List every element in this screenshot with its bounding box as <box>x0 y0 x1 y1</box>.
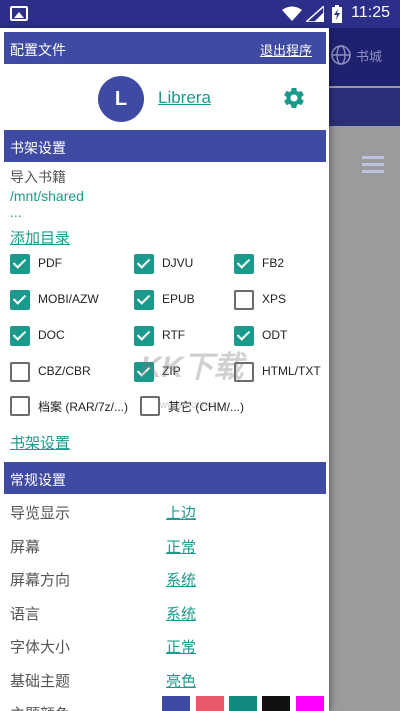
clock: 11:25 <box>351 4 390 21</box>
avatar[interactable]: L <box>98 76 144 122</box>
background-toolbar: 书城 <box>326 28 400 86</box>
format-label: ODT <box>262 328 288 342</box>
setting-value-link[interactable]: 亮色 <box>166 670 196 691</box>
checkbox-checked-icon[interactable] <box>134 254 154 274</box>
format-label: 档案 (RAR/7z/...) <box>38 400 129 414</box>
setting-value-link[interactable]: 上边 <box>166 502 196 523</box>
checkbox-unchecked-icon[interactable] <box>10 396 30 416</box>
checkbox-unchecked-icon[interactable] <box>10 362 30 382</box>
setting-label: 屏幕 <box>10 537 41 556</box>
theme-color-swatch[interactable] <box>229 696 257 711</box>
checkbox-unchecked-icon[interactable] <box>234 290 254 310</box>
format-label: CBZ/CBR <box>38 364 91 378</box>
theme-color-swatch[interactable] <box>296 696 324 711</box>
import-path[interactable]: /mnt/shared <box>10 188 84 204</box>
signal-icon <box>306 6 324 22</box>
bookshelf-section-header: 书架设置 <box>4 130 326 162</box>
globe-icon <box>331 45 351 65</box>
add-directory-link[interactable]: 添加目录 <box>10 227 70 248</box>
checkbox-checked-icon[interactable] <box>10 254 30 274</box>
status-bar: 11:25 <box>0 0 400 28</box>
checkbox-checked-icon[interactable] <box>10 290 30 310</box>
wifi-icon <box>282 6 302 21</box>
setting-label: 导览显示 <box>10 504 71 522</box>
background-tab-bar <box>326 88 400 173</box>
store-label: 书城 <box>356 50 383 65</box>
theme-color-swatch[interactable] <box>162 696 190 711</box>
checkbox-checked-icon[interactable] <box>10 326 30 346</box>
general-section-title: 常规设置 <box>10 473 66 489</box>
drawer-header: 配置文件 退出程序 <box>4 32 326 64</box>
format-label: RTF <box>162 328 186 342</box>
setting-label: 语言 <box>10 604 41 623</box>
bookshelf-settings-link[interactable]: 书架设置 <box>10 432 70 453</box>
format-label: XPS <box>262 292 287 306</box>
general-section-header: 常规设置 <box>4 462 326 494</box>
format-label: HTML/TXT <box>262 364 321 378</box>
setting-value-link[interactable]: 正常 <box>166 536 196 557</box>
format-label: DOC <box>38 328 65 342</box>
setting-value-link[interactable]: 正常 <box>166 636 196 657</box>
settings-drawer: 配置文件 退出程序 L Librera 书架设置 导入书籍 /mnt/share… <box>0 28 329 711</box>
setting-label: 字体大小 <box>10 638 71 656</box>
setting-label: 主题颜色 <box>10 703 70 711</box>
profile-row: L Librera <box>0 72 329 124</box>
theme-color-swatch[interactable] <box>196 696 224 711</box>
watermark: KK下载 <box>140 351 244 384</box>
background-app: 书城 <box>326 28 400 711</box>
setting-value-link[interactable]: 系统 <box>166 569 196 590</box>
format-label: EPUB <box>162 292 195 306</box>
image-notification-icon <box>10 6 28 21</box>
format-label: PDF <box>38 256 62 270</box>
bookshelf-section-title: 书架设置 <box>10 141 66 157</box>
setting-value-link[interactable]: 系统 <box>166 603 196 624</box>
theme-color-swatch[interactable] <box>262 696 290 711</box>
setting-label: 基础主题 <box>10 671 71 690</box>
profile-name-link[interactable]: Librera <box>158 88 211 108</box>
setting-label: 屏幕方向 <box>10 571 71 589</box>
exit-app-link[interactable]: 退出程序 <box>260 40 312 59</box>
format-label: DJVU <box>162 256 194 270</box>
gear-icon[interactable] <box>282 86 306 110</box>
format-label: MOBI/AZW <box>38 292 99 306</box>
import-books-label: 导入书籍 <box>10 170 66 186</box>
import-path-more: ... <box>10 204 22 220</box>
checkbox-checked-icon[interactable] <box>234 254 254 274</box>
drawer-title: 配置文件 <box>10 43 66 59</box>
format-label: FB2 <box>262 256 285 270</box>
checkbox-unchecked-icon[interactable] <box>140 396 160 416</box>
battery-charging-icon <box>332 5 342 23</box>
checkbox-checked-icon[interactable] <box>134 290 154 310</box>
watermark-url: www.kkx.net <box>160 400 216 411</box>
list-view-icon <box>362 156 384 177</box>
